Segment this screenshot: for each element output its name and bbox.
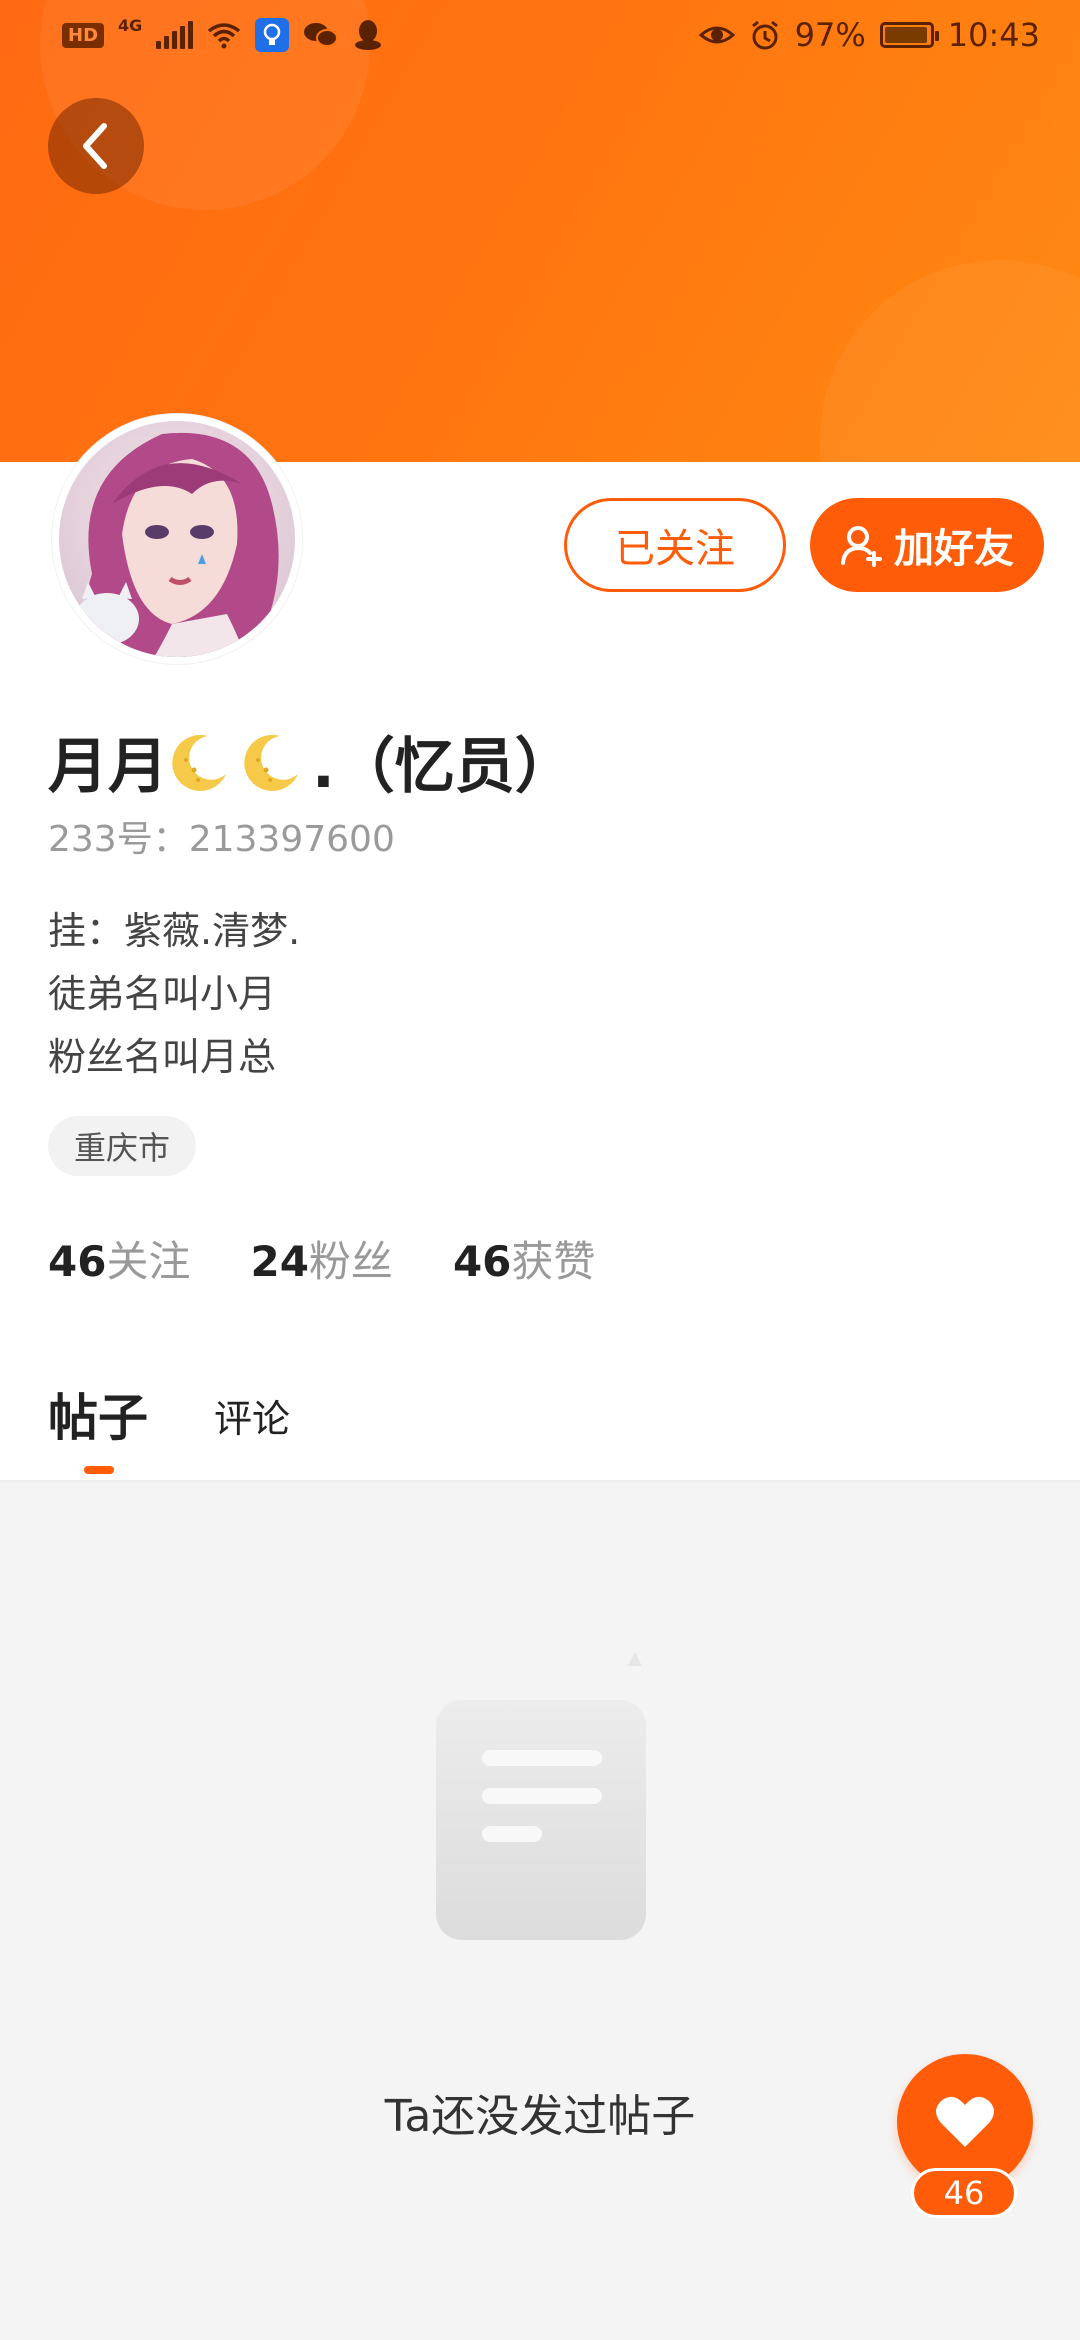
lightbulb-app-icon <box>255 18 290 52</box>
bio: 挂：紫薇.清梦. 徒弟名叫小月 粉丝名叫月总 <box>48 900 300 1089</box>
stat-likes[interactable]: 46获赞 <box>453 1228 595 1289</box>
username-suffix: .（忆员） <box>312 732 575 802</box>
status-bar: HD 4G 97% 10:43 <box>0 0 1080 74</box>
stat-label: 关注 <box>106 1237 191 1286</box>
stat-label: 粉丝 <box>308 1237 393 1286</box>
battery-percent: 97% <box>794 16 866 54</box>
heart-icon <box>936 2096 994 2147</box>
eye-icon <box>698 26 735 44</box>
tab-posts[interactable]: 帖子 <box>48 1378 148 1450</box>
empty-document-icon <box>436 1652 646 1940</box>
crescent-moon-icon <box>172 734 226 791</box>
network-type: 4G <box>118 15 143 35</box>
stat-number: 46 <box>48 1237 107 1286</box>
bio-line: 徒弟名叫小月 <box>48 972 277 1016</box>
profile-tabs: 帖子 评论 <box>0 1370 1080 1482</box>
hd-badge: HD <box>62 22 105 48</box>
add-friend-button[interactable]: 加好友 <box>810 498 1044 592</box>
qq-icon <box>355 20 382 50</box>
signal-icon <box>156 21 194 49</box>
stat-number: 46 <box>452 1237 512 1286</box>
add-user-icon <box>841 526 882 567</box>
user-id: 233号：213397600 <box>48 819 395 860</box>
stat-number: 24 <box>250 1237 309 1286</box>
like-count-badge: 46 <box>911 2168 1017 2218</box>
username-text: 月月 <box>48 732 168 802</box>
wifi-icon <box>208 23 241 49</box>
avatar[interactable] <box>52 414 302 664</box>
stats-row: 46关注 24粉丝 46获赞 <box>48 1228 595 1289</box>
stat-label: 获赞 <box>511 1237 596 1286</box>
crescent-moon-icon <box>244 734 298 791</box>
battery-icon <box>879 22 939 48</box>
banner-decoration <box>820 260 1080 462</box>
alarm-icon <box>751 20 778 50</box>
stat-fans[interactable]: 24粉丝 <box>250 1228 392 1289</box>
add-friend-label: 加好友 <box>894 526 1014 572</box>
location-chip: 重庆市 <box>48 1116 197 1176</box>
bio-line: 挂：紫薇.清梦. <box>48 909 301 953</box>
followed-button[interactable]: 已关注 <box>564 498 786 592</box>
back-button[interactable] <box>48 98 144 194</box>
clock: 10:43 <box>947 16 1040 54</box>
tab-comments[interactable]: 评论 <box>214 1388 290 1443</box>
username: 月月 .（忆员） <box>48 718 575 805</box>
bio-line: 粉丝名叫月总 <box>48 1035 277 1079</box>
active-tab-indicator <box>84 1466 114 1474</box>
stat-following[interactable]: 46关注 <box>48 1228 190 1289</box>
avatar-image <box>59 421 295 657</box>
wechat-icon <box>304 23 339 47</box>
chevron-left-icon <box>83 123 107 169</box>
